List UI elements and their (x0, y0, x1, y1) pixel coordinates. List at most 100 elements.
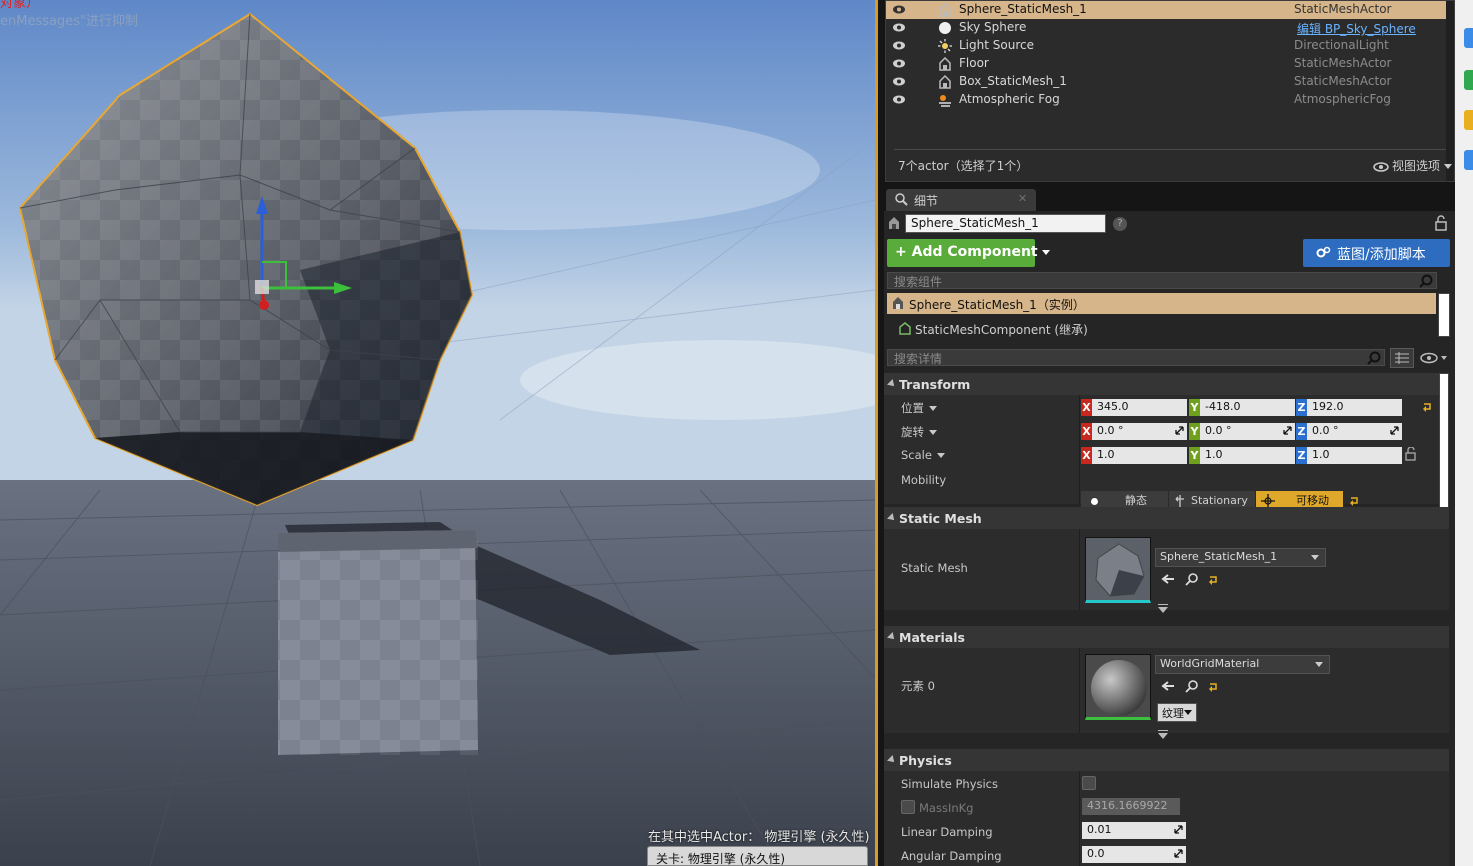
use-selected-arrow-icon[interactable] (1161, 679, 1175, 693)
outliner-row-type[interactable]: 编辑 BP_Sky_Sphere (1297, 20, 1416, 37)
component-child-label: StaticMeshComponent (继承) (915, 323, 1088, 337)
actor-icon (893, 297, 903, 309)
chevron-down-icon (929, 406, 937, 411)
details-scrollbar[interactable] (1439, 373, 1449, 527)
static-mesh-value: Sphere_StaticMesh_1 (1160, 550, 1278, 563)
rotation-x[interactable]: X 0.0 ° (1081, 423, 1187, 440)
reset-to-default-icon[interactable] (1422, 402, 1432, 412)
static-mesh-combo[interactable]: Sphere_StaticMesh_1 (1155, 548, 1326, 567)
viewport-scene[interactable] (0, 0, 875, 866)
scale-y[interactable]: Y 1.0 (1189, 447, 1295, 464)
rotation-y[interactable]: Y 0.0 ° (1189, 423, 1295, 440)
outliner-scrollbar[interactable] (1446, 1, 1454, 181)
taskbar-app-icon[interactable] (1464, 28, 1473, 48)
static-mesh-category[interactable]: Static Mesh (884, 507, 1449, 529)
linear-damping-input[interactable]: 0.01 (1082, 822, 1186, 839)
outliner-row-name: Light Source (959, 38, 1034, 52)
scale-y-input[interactable]: 1.0 (1200, 447, 1295, 464)
outliner-row[interactable]: Sky Sphere 编辑 BP_Sky_Sphere (886, 19, 1454, 37)
taskbar-app-icon[interactable] (1464, 150, 1473, 170)
search-components-input[interactable]: 搜索组件 (887, 272, 1437, 289)
taskbar-app-icon[interactable] (1464, 70, 1473, 90)
location-z[interactable]: Z 192.0 (1296, 399, 1402, 416)
physics-category[interactable]: Physics (884, 749, 1449, 771)
outliner-row[interactable]: Box_StaticMesh_1 StaticMeshActor (886, 73, 1454, 91)
chevron-down-icon (936, 453, 945, 458)
angular-damping-input[interactable]: 0.0 (1082, 846, 1186, 863)
reset-to-default-icon[interactable] (1208, 682, 1218, 692)
outliner-row[interactable]: Atmospheric Fog AtmosphericFog (886, 91, 1454, 109)
scale-lock-icon[interactable] (1405, 447, 1417, 461)
world-outliner: Sphere_StaticMesh_1 StaticMeshActor Sky Sp… (885, 0, 1455, 182)
visibility-eye-icon[interactable] (892, 22, 906, 33)
material-thumbnail[interactable] (1085, 654, 1151, 720)
blueprint-button-label: 蓝图/添加脚本 (1337, 247, 1426, 263)
column-divider (1079, 395, 1080, 504)
scale-z[interactable]: Z 1.0 (1296, 447, 1402, 464)
tab-details[interactable]: 细节 ✕ (886, 189, 1036, 211)
texture-button[interactable]: 纹理 (1157, 703, 1197, 722)
spin-arrows-icon (1175, 426, 1184, 435)
property-matrix-button[interactable] (1390, 348, 1414, 368)
visibility-eye-icon[interactable] (892, 76, 906, 87)
location-y-input[interactable]: -418.0 (1200, 399, 1295, 416)
location-x-input[interactable]: 345.0 (1092, 399, 1187, 416)
scale-z-input[interactable]: 1.0 (1307, 447, 1402, 464)
outliner-row[interactable]: Floor StaticMeshActor (886, 55, 1454, 73)
static-mesh-actor-icon (939, 75, 951, 89)
rotation-z-input[interactable]: 0.0 ° (1307, 423, 1402, 440)
search-details-input[interactable]: 搜索详情 (887, 349, 1385, 366)
scale-label[interactable]: Scale (901, 448, 945, 462)
search-details-placeholder: 搜索详情 (894, 352, 943, 366)
visibility-eye-icon[interactable] (892, 4, 906, 15)
use-selected-arrow-icon[interactable] (1161, 572, 1175, 586)
outliner-row[interactable]: Sphere_StaticMesh_1 StaticMeshActor (886, 1, 1454, 19)
visibility-eye-icon[interactable] (892, 40, 906, 51)
materials-category[interactable]: Materials (884, 626, 1449, 648)
add-component-button[interactable]: + Add Component (887, 239, 1051, 267)
rotation-y-input[interactable]: 0.0 ° (1200, 423, 1295, 440)
level-viewport[interactable]: 对象） enMessages"进行抑制 在其中选中Actor： 物理引擎 (永久… (0, 0, 875, 866)
rotation-label[interactable]: 旋转 (901, 424, 937, 440)
outliner-row-name: Sphere_StaticMesh_1 (959, 2, 1087, 16)
visibility-eye-icon[interactable] (892, 58, 906, 69)
physics-body: Simulate Physics MassInKg 4316.1669922 L… (884, 771, 1449, 866)
view-options-button[interactable]: 视图选项 (1373, 157, 1452, 174)
expand-arrow-icon[interactable] (1158, 730, 1168, 739)
grid-icon (1395, 352, 1409, 364)
rotation-z[interactable]: Z 0.0 ° (1296, 423, 1402, 440)
rotation-x-input[interactable]: 0.0 ° (1092, 423, 1187, 440)
mass-override-checkbox[interactable] (901, 800, 915, 814)
view-options-eye-icon[interactable] (1419, 352, 1449, 364)
location-y[interactable]: Y -418.0 (1189, 399, 1295, 416)
outliner-row[interactable]: Light Source DirectionalLight (886, 37, 1454, 55)
static-mesh-thumbnail[interactable] (1085, 537, 1151, 603)
simulate-physics-checkbox[interactable] (1082, 776, 1096, 790)
component-root-item[interactable]: Sphere_StaticMesh_1（实例） (887, 293, 1436, 314)
transform-category[interactable]: Transform (884, 373, 1449, 395)
material-combo[interactable]: WorldGridMaterial (1155, 655, 1330, 674)
lock-icon[interactable] (1434, 215, 1448, 231)
components-scrollbar[interactable] (1438, 293, 1450, 337)
browse-search-icon[interactable] (1185, 679, 1199, 693)
help-icon[interactable]: ? (1113, 217, 1127, 231)
materials-title: Materials (899, 630, 965, 645)
expand-arrow-icon[interactable] (1158, 604, 1168, 613)
scale-x-input[interactable]: 1.0 (1092, 447, 1187, 464)
close-icon[interactable]: ✕ (1018, 192, 1027, 205)
location-label[interactable]: 位置 (901, 400, 937, 416)
angular-damping-label: Angular Damping (901, 849, 1002, 863)
location-z-input[interactable]: 192.0 (1307, 399, 1402, 416)
taskbar-app-icon[interactable] (1464, 110, 1473, 130)
location-x[interactable]: X 345.0 (1081, 399, 1187, 416)
blueprint-add-script-button[interactable]: 蓝图/添加脚本 (1303, 239, 1450, 267)
component-child-item[interactable]: StaticMeshComponent (继承) (887, 317, 1436, 337)
reset-to-default-icon[interactable] (1208, 575, 1218, 585)
visibility-eye-icon[interactable] (892, 94, 906, 105)
texture-button-label: 纹理 (1162, 707, 1184, 720)
mass-input: 4316.1669922 (1082, 798, 1180, 815)
browse-search-icon[interactable] (1185, 572, 1199, 586)
reset-to-default-icon[interactable] (1349, 496, 1359, 506)
actor-name-field[interactable]: Sphere_StaticMesh_1 (905, 214, 1106, 233)
scale-x[interactable]: X 1.0 (1081, 447, 1187, 464)
